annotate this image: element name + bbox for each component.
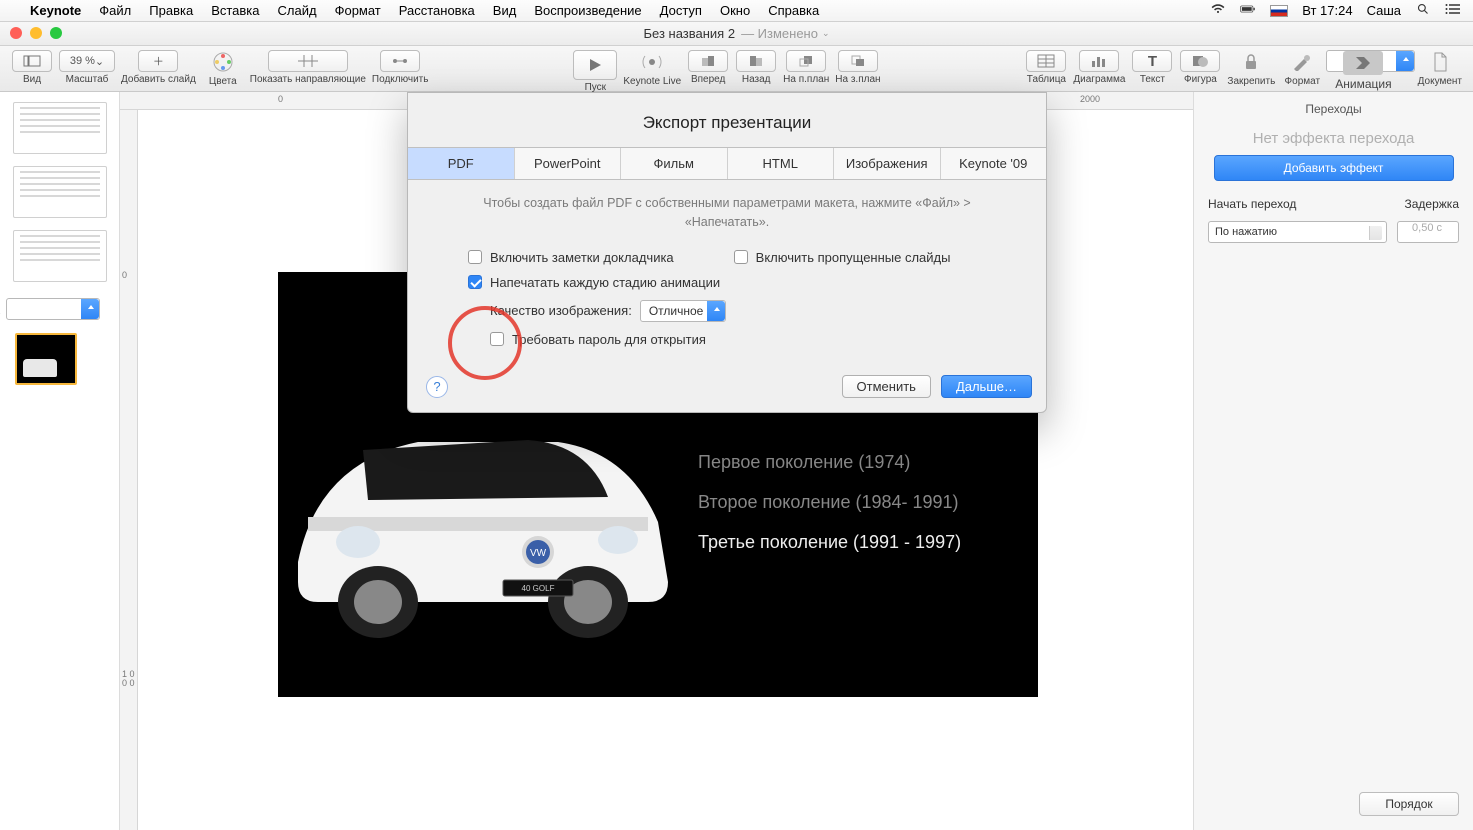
help-icon[interactable]: ?: [426, 376, 448, 398]
next-button[interactable]: Дальше…: [941, 375, 1032, 398]
add-effect-button[interactable]: Добавить эффект: [1214, 155, 1454, 181]
tb-chart[interactable]: Диаграмма: [1070, 50, 1128, 85]
tb-keynote-live[interactable]: Keynote Live: [620, 50, 684, 87]
tb-add-slide[interactable]: ＋Добавить слайд: [118, 50, 199, 85]
checkbox-skipped[interactable]: [734, 250, 748, 264]
tb-document[interactable]: Документ: [1415, 50, 1465, 87]
tb-back[interactable]: На з.план: [832, 50, 883, 85]
minimize-window-icon[interactable]: [30, 27, 42, 39]
tb-format[interactable]: Формат: [1278, 50, 1326, 87]
thumb-blank[interactable]: [13, 102, 107, 154]
tb-text[interactable]: TТекст: [1128, 50, 1176, 85]
modal-hint: Чтобы создать файл PDF с собственными па…: [444, 194, 1010, 232]
tb-shape[interactable]: Фигура: [1176, 50, 1224, 85]
cancel-button[interactable]: Отменить: [842, 375, 931, 398]
start-transition-select[interactable]: По нажатию: [1208, 221, 1387, 243]
thumb-selected[interactable]: 1: [6, 298, 100, 320]
menu-window[interactable]: Окно: [720, 3, 750, 18]
user-name[interactable]: Саша: [1367, 3, 1401, 18]
menu-edit[interactable]: Правка: [149, 3, 193, 18]
chevron-down-icon[interactable]: ⌄: [822, 28, 830, 39]
tb-connect[interactable]: Подключить: [369, 50, 432, 85]
tb-colors[interactable]: Цвета: [199, 50, 247, 87]
menu-format[interactable]: Формат: [335, 3, 381, 18]
order-button[interactable]: Порядок: [1359, 792, 1459, 816]
tb-play[interactable]: Пуск: [570, 50, 620, 93]
tab-keynote09[interactable]: Keynote '09: [941, 148, 1047, 179]
wifi-icon[interactable]: [1210, 3, 1226, 18]
toolbar: Вид 39 % ⌄Масштаб ＋Добавить слайд Цвета …: [0, 46, 1473, 92]
tab-images[interactable]: Изображения: [834, 148, 941, 179]
checkbox-password[interactable]: [490, 332, 504, 346]
delay-label: Задержка: [1405, 197, 1460, 211]
list-icon[interactable]: [1445, 3, 1461, 18]
tab-movie[interactable]: Фильм: [621, 148, 728, 179]
slide-text-3: Третье поколение (1991 - 1997): [698, 532, 961, 553]
start-transition-label: Начать переход: [1208, 197, 1296, 211]
tb-zoom[interactable]: 39 % ⌄Масштаб: [56, 50, 118, 85]
tb-view[interactable]: Вид: [8, 50, 56, 85]
label-password: Требовать пароль для открытия: [512, 332, 706, 347]
slide-text-1: Первое поколение (1974): [698, 452, 910, 473]
zoom-window-icon[interactable]: [50, 27, 62, 39]
modal-title: Экспорт презентации: [408, 93, 1046, 147]
slide-thumbnails: 1: [0, 92, 120, 830]
label-stages: Напечатать каждую стадию анимации: [490, 275, 720, 290]
close-window-icon[interactable]: [10, 27, 22, 39]
checkbox-notes[interactable]: [468, 250, 482, 264]
inspector-title: Переходы: [1208, 102, 1459, 116]
tab-pdf[interactable]: PDF: [408, 148, 515, 179]
checkbox-stages[interactable]: [468, 275, 482, 289]
export-modal: Экспорт презентации PDF PowerPoint Фильм…: [407, 92, 1047, 413]
menu-view[interactable]: Вид: [493, 3, 517, 18]
battery-icon[interactable]: [1240, 3, 1256, 18]
tb-table[interactable]: Таблица: [1022, 50, 1070, 85]
tb-front[interactable]: На п.план: [780, 50, 832, 85]
export-tabs: PDF PowerPoint Фильм HTML Изображения Ke…: [408, 147, 1046, 180]
slide-text-2: Второе поколение (1984- 1991): [698, 492, 959, 513]
menubar: Keynote Файл Правка Вставка Слайд Формат…: [0, 0, 1473, 22]
titlebar: Без названия 2 — Изменено ⌄: [0, 22, 1473, 46]
delay-field[interactable]: 0,50 с: [1397, 221, 1459, 243]
tb-lock[interactable]: Закрепить: [1224, 50, 1278, 87]
tb-animate[interactable]: Анимация: [1326, 50, 1414, 72]
window-title: Без названия 2: [643, 26, 735, 41]
menu-help[interactable]: Справка: [768, 3, 819, 18]
tb-forward[interactable]: Вперед: [684, 50, 732, 85]
quality-select[interactable]: Отличное: [640, 300, 727, 322]
menu-file[interactable]: Файл: [99, 3, 131, 18]
clock[interactable]: Вт 17:24: [1302, 3, 1352, 18]
tb-guides[interactable]: Показать направляющие: [247, 50, 369, 85]
tb-backward[interactable]: Назад: [732, 50, 780, 85]
label-notes: Включить заметки докладчика: [490, 250, 674, 265]
tab-html[interactable]: HTML: [728, 148, 835, 179]
menu-share[interactable]: Доступ: [660, 3, 702, 18]
label-skipped: Включить пропущенные слайды: [756, 250, 951, 265]
window-status: — Изменено: [741, 26, 818, 41]
menu-insert[interactable]: Вставка: [211, 3, 259, 18]
thumb-blank[interactable]: [13, 230, 107, 282]
quality-label: Качество изображения:: [490, 303, 632, 318]
flag-ru-icon[interactable]: [1270, 5, 1288, 17]
menu-play[interactable]: Воспроизведение: [534, 3, 641, 18]
app-name[interactable]: Keynote: [30, 3, 81, 18]
tab-powerpoint[interactable]: PowerPoint: [515, 148, 622, 179]
no-effect-label: Нет эффекта перехода: [1208, 130, 1459, 147]
svg-text:40 GOLF: 40 GOLF: [522, 584, 555, 593]
thumb-blank[interactable]: [13, 166, 107, 218]
menu-slide[interactable]: Слайд: [278, 3, 317, 18]
svg-text:VW: VW: [530, 548, 547, 559]
menu-arrange[interactable]: Расстановка: [399, 3, 475, 18]
ruler-vertical: 0 1 0 0 0: [120, 110, 138, 830]
inspector-panel: Переходы Нет эффекта перехода Добавить э…: [1193, 92, 1473, 830]
spotlight-icon[interactable]: [1415, 3, 1431, 18]
